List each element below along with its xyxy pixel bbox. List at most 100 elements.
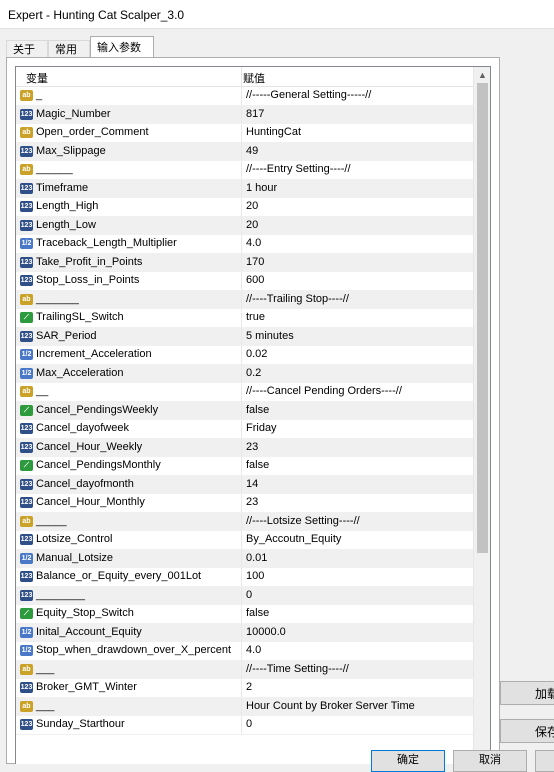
table-row[interactable]: 1/2 Traceback_Length_Multiplier 4.0 [16, 235, 473, 254]
string-type-icon: ab [20, 515, 33, 527]
parameter-value[interactable]: false [246, 607, 269, 619]
table-row[interactable]: 123 Cancel_dayofweek Friday [16, 420, 473, 439]
table-row[interactable]: 123 SAR_Period 5 minutes [16, 327, 473, 346]
reset-button-partial[interactable] [535, 750, 554, 772]
parameter-name: SAR_Period [36, 329, 97, 342]
table-row[interactable]: 123 Lotsize_Control By_Accoutn_Equity [16, 531, 473, 550]
table-row[interactable]: ab _____ //----Lotsize Setting----// [16, 512, 473, 531]
parameter-value[interactable]: 0.01 [246, 552, 267, 564]
scroll-thumb[interactable] [477, 83, 488, 553]
table-row[interactable]: ⟋ Cancel_PendingsMonthly false [16, 457, 473, 476]
header-variable[interactable]: 变量 [26, 70, 48, 86]
parameter-value[interactable]: 600 [246, 274, 264, 286]
parameter-value[interactable]: Friday [246, 422, 277, 434]
table-row[interactable]: 123 Stop_Loss_in_Points 600 [16, 272, 473, 291]
table-row[interactable]: 1/2 Manual_Lotsize 0.01 [16, 549, 473, 568]
parameter-name: Inital_Account_Equity [36, 625, 142, 638]
parameter-value[interactable]: //----Cancel Pending Orders----// [246, 385, 402, 397]
parameter-value[interactable]: 0.02 [246, 348, 267, 360]
parameter-name: Cancel_Hour_Weekly [36, 440, 143, 453]
parameter-value[interactable]: //----Time Setting----// [246, 663, 349, 675]
column-separator [241, 161, 242, 179]
parameter-value[interactable]: HuntingCat [246, 126, 301, 138]
table-row[interactable]: ⟋ TrailingSL_Switch true [16, 309, 473, 328]
table-row[interactable]: ab _ //-----General Setting-----// [16, 87, 473, 106]
parameter-name: Magic_Number [36, 107, 111, 120]
parameter-value[interactable]: 1 hour [246, 182, 277, 194]
parameter-value[interactable]: 0 [246, 718, 252, 730]
ok-button[interactable]: 确定 [371, 750, 445, 772]
parameter-value[interactable]: 4.0 [246, 237, 261, 249]
parameter-value[interactable]: false [246, 459, 269, 471]
parameter-value[interactable]: //-----General Setting-----// [246, 89, 371, 101]
table-row[interactable]: 1/2 Max_Acceleration 0.2 [16, 364, 473, 383]
column-separator [241, 235, 242, 253]
save-button[interactable]: 保存 [500, 719, 554, 743]
vertical-scrollbar[interactable]: ▲ ▼ [473, 67, 490, 764]
column-separator [241, 475, 242, 493]
table-row[interactable]: ⟋ Cancel_PendingsWeekly false [16, 401, 473, 420]
table-row[interactable]: ab ___ //----Time Setting----// [16, 660, 473, 679]
table-row[interactable]: 1/2 Stop_when_drawdown_over_X_percent 4.0 [16, 642, 473, 661]
parameter-name: Stop_when_drawdown_over_X_percent [36, 644, 232, 656]
table-row[interactable]: 123 Sunday_Starthour 0 [16, 716, 473, 735]
table-row[interactable]: 123 Take_Profit_in_Points 170 [16, 253, 473, 272]
parameter-value[interactable]: 49 [246, 145, 258, 157]
parameter-value[interactable]: 20 [246, 219, 258, 231]
grid-rows: ab _//-----General Setting-----//123 Magic… [16, 87, 473, 735]
table-row[interactable]: 123 Timeframe 1 hour [16, 179, 473, 198]
parameter-value[interactable]: 14 [246, 478, 258, 490]
parameter-value[interactable]: 817 [246, 108, 264, 120]
column-separator [241, 586, 242, 604]
parameter-value[interactable]: 170 [246, 256, 264, 268]
parameter-value[interactable]: //----Trailing Stop----// [246, 293, 349, 305]
parameter-value[interactable]: 20 [246, 200, 258, 212]
column-separator [241, 531, 242, 549]
header-value[interactable]: 赋值 [243, 70, 265, 86]
table-row[interactable]: ab _______ //----Trailing Stop----// [16, 290, 473, 309]
header-separator [241, 67, 242, 86]
parameter-value[interactable]: false [246, 404, 269, 416]
table-row[interactable]: 123 Broker_GMT_Winter 2 [16, 679, 473, 698]
table-row[interactable]: 123 Magic_Number 817 [16, 105, 473, 124]
parameter-value[interactable]: By_Accoutn_Equity [246, 533, 341, 545]
parameter-name: Cancel_dayofmonth [36, 477, 134, 490]
parameter-name: Cancel_PendingsWeekly [36, 403, 159, 416]
parameter-value[interactable]: 100 [246, 570, 264, 582]
table-row[interactable]: 123 Cancel_Hour_Weekly 23 [16, 438, 473, 457]
load-button[interactable]: 加载 [500, 681, 554, 705]
parameter-value[interactable]: 23 [246, 441, 258, 453]
table-row[interactable]: 123 Cancel_dayofmonth 14 [16, 475, 473, 494]
tab-inputs[interactable]: 输入参数 [90, 36, 154, 59]
table-row[interactable]: ab ___ Hour Count by Broker Server Time [16, 697, 473, 716]
cancel-button[interactable]: 取消 [453, 750, 527, 772]
table-row[interactable]: 1/2 Inital_Account_Equity 10000.0 [16, 623, 473, 642]
integer-type-icon: 123 [20, 108, 33, 120]
parameter-value[interactable]: 2 [246, 681, 252, 693]
table-row[interactable]: 123 ________ 0 [16, 586, 473, 605]
integer-type-icon: 123 [20, 682, 33, 693]
scroll-up-icon[interactable]: ▲ [474, 67, 490, 83]
parameter-value[interactable]: 0 [246, 589, 252, 601]
table-row[interactable]: ab ______ //----Entry Setting----// [16, 161, 473, 180]
table-row[interactable]: ab Open_order_Comment HuntingCat [16, 124, 473, 143]
table-row[interactable]: 123 Length_Low 20 [16, 216, 473, 235]
parameter-value[interactable]: 23 [246, 496, 258, 508]
table-row[interactable]: ab __ //----Cancel Pending Orders----// [16, 383, 473, 402]
parameter-value[interactable]: 5 minutes [246, 330, 294, 342]
parameter-value[interactable]: true [246, 311, 265, 323]
table-row[interactable]: 1/2 Increment_Acceleration 0.02 [16, 346, 473, 365]
parameter-value[interactable]: 4.0 [246, 644, 261, 656]
table-row[interactable]: 123 Balance_or_Equity_every_001Lot 100 [16, 568, 473, 587]
table-row[interactable]: 123 Length_High 20 [16, 198, 473, 217]
string-type-icon: ab [20, 127, 33, 138]
column-separator [241, 679, 242, 697]
parameter-value[interactable]: //----Entry Setting----// [246, 163, 351, 175]
parameter-value[interactable]: 0.2 [246, 367, 261, 379]
parameter-value[interactable]: Hour Count by Broker Server Time [246, 700, 415, 712]
table-row[interactable]: 123 Cancel_Hour_Monthly 23 [16, 494, 473, 513]
table-row[interactable]: ⟋ Equity_Stop_Switch false [16, 605, 473, 624]
parameter-value[interactable]: //----Lotsize Setting----// [246, 515, 360, 527]
table-row[interactable]: 123 Max_Slippage 49 [16, 142, 473, 161]
parameter-value[interactable]: 10000.0 [246, 626, 286, 638]
